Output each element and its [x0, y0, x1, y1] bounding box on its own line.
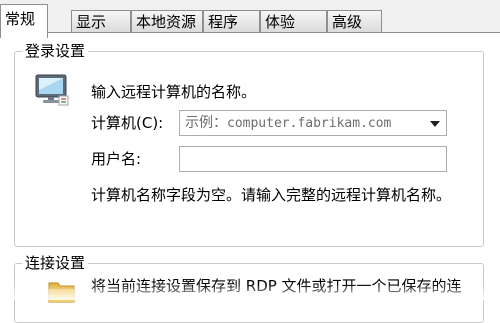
tab-panel-general: 登录设置 输入远程计算机的名称。 计算机(C): 示例：computer.fab… — [0, 32, 500, 323]
connection-description: 将当前连接设置保存到 RDP 文件或打开一个已保存的连 — [91, 277, 462, 295]
login-instruction: 输入远程计算机的名称。 — [91, 83, 257, 101]
computer-monitor-icon — [35, 74, 69, 110]
connection-settings-group: 连接设置 将当前连接设置保存到 RDP 文件或打开一个已保存的连 — [14, 253, 484, 323]
folder-icon — [47, 278, 77, 308]
tab-programs[interactable]: 程序 — [203, 10, 260, 32]
username-label: 用户名: — [91, 150, 142, 168]
tab-advanced[interactable]: 高级 — [327, 10, 382, 32]
tab-local-resources[interactable]: 本地资源 — [131, 10, 203, 32]
empty-name-warning: 计算机名称字段为空。请输入完整的远程计算机名称。 — [91, 186, 452, 204]
login-settings-title: 登录设置 — [22, 41, 89, 61]
tab-general[interactable]: 常规 — [0, 4, 48, 38]
connection-settings-title: 连接设置 — [22, 253, 89, 273]
tab-experience[interactable]: 体验 — [260, 10, 327, 32]
computer-label: 计算机(C): — [91, 114, 164, 132]
computer-combobox[interactable]: 示例：computer.fabrikam.com — [179, 110, 447, 136]
chevron-down-icon[interactable] — [430, 121, 440, 127]
username-field[interactable] — [179, 146, 447, 172]
computer-placeholder: 示例：computer.fabrikam.com — [185, 115, 392, 131]
tab-display[interactable]: 显示 — [71, 10, 131, 32]
login-settings-group: 登录设置 输入远程计算机的名称。 计算机(C): 示例：computer.fab… — [14, 41, 484, 247]
